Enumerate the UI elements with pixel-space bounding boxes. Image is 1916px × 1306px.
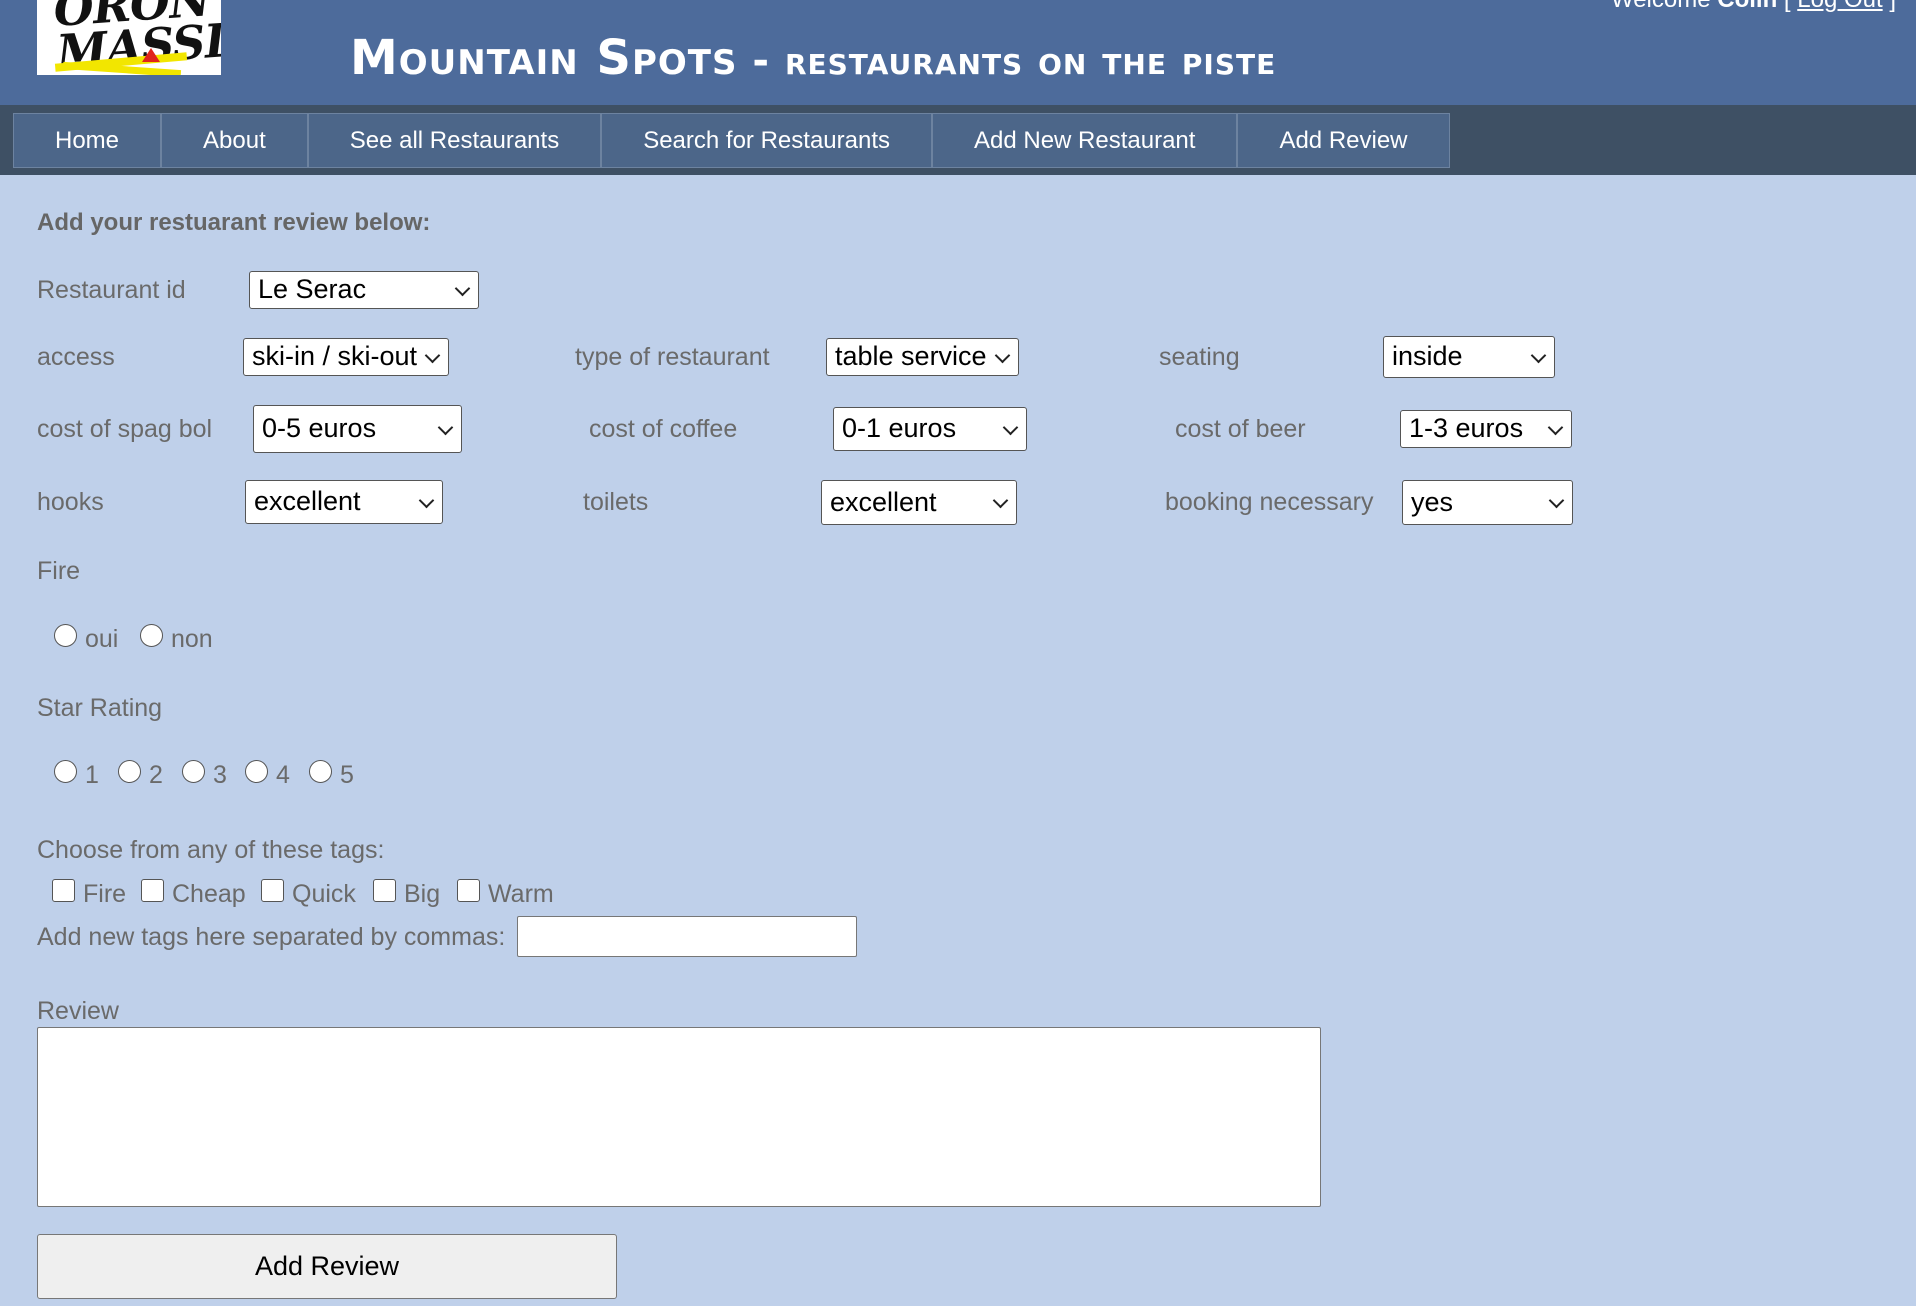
cost-spag-bol-select[interactable]: 0-5 euros (253, 405, 462, 453)
nav-list: Home About See all Restaurants Search fo… (13, 113, 1450, 168)
hooks-label: hooks (37, 488, 104, 516)
oron-massif-logo[interactable]: ORON MASSIF (37, 0, 221, 75)
star-option-label: 4 (276, 761, 290, 789)
main-nav: Home About See all Restaurants Search fo… (0, 105, 1916, 175)
toilets-select[interactable]: excellent (821, 480, 1017, 525)
chevron-down-icon (424, 347, 441, 364)
booking-necessary-label: booking necessary (1165, 488, 1374, 516)
fire-option-label: non (171, 625, 213, 653)
tag-checkbox-cheap[interactable] (141, 879, 164, 902)
nav-search-restaurants[interactable]: Search for Restaurants (601, 113, 932, 168)
booking-necessary-select[interactable]: yes (1402, 480, 1573, 525)
tag-option-label: Fire (83, 880, 127, 908)
star-rating-label: Star Rating (37, 694, 163, 722)
site-title-main: Mountain Spots (350, 30, 738, 86)
tag-checkbox-quick[interactable] (261, 879, 284, 902)
booking-necessary-value: yes (1411, 487, 1454, 517)
tag-option-label: Quick (292, 880, 356, 908)
chevron-down-icon (1530, 347, 1547, 364)
new-tags-label: Add new tags here separated by commas: (37, 923, 506, 951)
cost-beer-label: cost of beer (1175, 415, 1306, 443)
star-radio-5[interactable] (309, 760, 332, 783)
toilets-value: excellent (830, 487, 937, 517)
tag-checkbox-fire[interactable] (52, 879, 75, 902)
logo-red-triangle (142, 48, 160, 62)
access-select[interactable]: ski-in / ski-out (243, 338, 449, 376)
site-title: Mountain Spots - restaurants on the pist… (350, 30, 1276, 89)
site-header: ORON MASSIF Mountain Spots - restaurants… (0, 0, 1916, 105)
type-of-restaurant-select[interactable]: table service (826, 338, 1019, 376)
nav-about[interactable]: About (161, 113, 308, 168)
type-of-restaurant-label: type of restaurant (575, 343, 770, 371)
tag-option-label: Cheap (172, 880, 246, 908)
cost-beer-select[interactable]: 1-3 euros (1400, 410, 1572, 448)
tag-option-label: Big (404, 880, 441, 908)
star-option-label: 2 (149, 761, 163, 789)
chevron-down-icon (437, 419, 454, 436)
chevron-down-icon (994, 347, 1011, 364)
bracket-open: [ (1784, 0, 1791, 13)
fire-option-label: oui (85, 625, 119, 653)
star-option-label: 5 (340, 761, 354, 789)
fire-radio-non[interactable] (140, 624, 163, 647)
nav-add-review[interactable]: Add Review (1237, 113, 1450, 168)
hooks-select[interactable]: excellent (245, 480, 443, 524)
chevron-down-icon (1548, 492, 1565, 509)
chevron-down-icon (418, 492, 435, 509)
review-textarea[interactable] (37, 1027, 1321, 1207)
restaurant-id-select[interactable]: Le Serac (249, 271, 479, 309)
fire-radio-oui[interactable] (54, 624, 77, 647)
type-of-restaurant-value: table service (835, 341, 987, 371)
tag-checkbox-big[interactable] (373, 879, 396, 902)
star-radio-2[interactable] (118, 760, 141, 783)
access-value: ski-in / ski-out (252, 341, 418, 371)
restaurant-id-value: Le Serac (258, 274, 367, 304)
add-review-button[interactable]: Add Review (37, 1234, 617, 1299)
welcome-prefix: Welcome (1611, 0, 1711, 13)
cost-spag-bol-value: 0-5 euros (262, 413, 377, 443)
nav-home[interactable]: Home (13, 113, 162, 168)
chevron-down-icon (1547, 419, 1564, 436)
welcome-message: Welcome Colin [ Log Out ] (1611, 0, 1896, 14)
star-radio-4[interactable] (245, 760, 268, 783)
cost-beer-value: 1-3 euros (1409, 413, 1524, 443)
seating-value: inside (1392, 341, 1463, 371)
cost-coffee-select[interactable]: 0-1 euros (833, 407, 1027, 451)
star-radio-1[interactable] (54, 760, 77, 783)
cost-coffee-label: cost of coffee (589, 415, 738, 443)
nav-add-new-restaurant[interactable]: Add New Restaurant (932, 113, 1238, 168)
chevron-down-icon (454, 280, 471, 297)
nav-see-all-restaurants[interactable]: See all Restaurants (307, 113, 602, 168)
fire-label: Fire (37, 557, 81, 585)
site-title-sub: - restaurants on the piste (737, 38, 1277, 84)
restaurant-id-label: Restaurant id (37, 276, 186, 304)
hooks-value: excellent (254, 486, 361, 516)
tags-label: Choose from any of these tags: (37, 836, 385, 864)
access-label: access (37, 343, 115, 371)
seating-select[interactable]: inside (1383, 336, 1555, 378)
toilets-label: toilets (583, 488, 649, 516)
new-tags-input[interactable] (517, 916, 857, 957)
chevron-down-icon (1002, 419, 1019, 436)
chevron-down-icon (992, 492, 1009, 509)
user-name: Colin (1717, 0, 1777, 13)
star-option-label: 3 (213, 761, 227, 789)
cost-spag-bol-label: cost of spag bol (37, 415, 213, 443)
bracket-close: ] (1889, 0, 1896, 13)
tag-option-label: Warm (488, 880, 554, 908)
cost-coffee-value: 0-1 euros (842, 413, 957, 443)
star-option-label: 1 (85, 761, 99, 789)
star-radio-3[interactable] (182, 760, 205, 783)
seating-label: seating (1159, 343, 1240, 371)
logout-link[interactable]: Log Out (1797, 0, 1882, 13)
tag-checkbox-warm[interactable] (457, 879, 480, 902)
form-heading: Add your restuarant review below: (37, 209, 431, 236)
review-label: Review (37, 997, 119, 1025)
